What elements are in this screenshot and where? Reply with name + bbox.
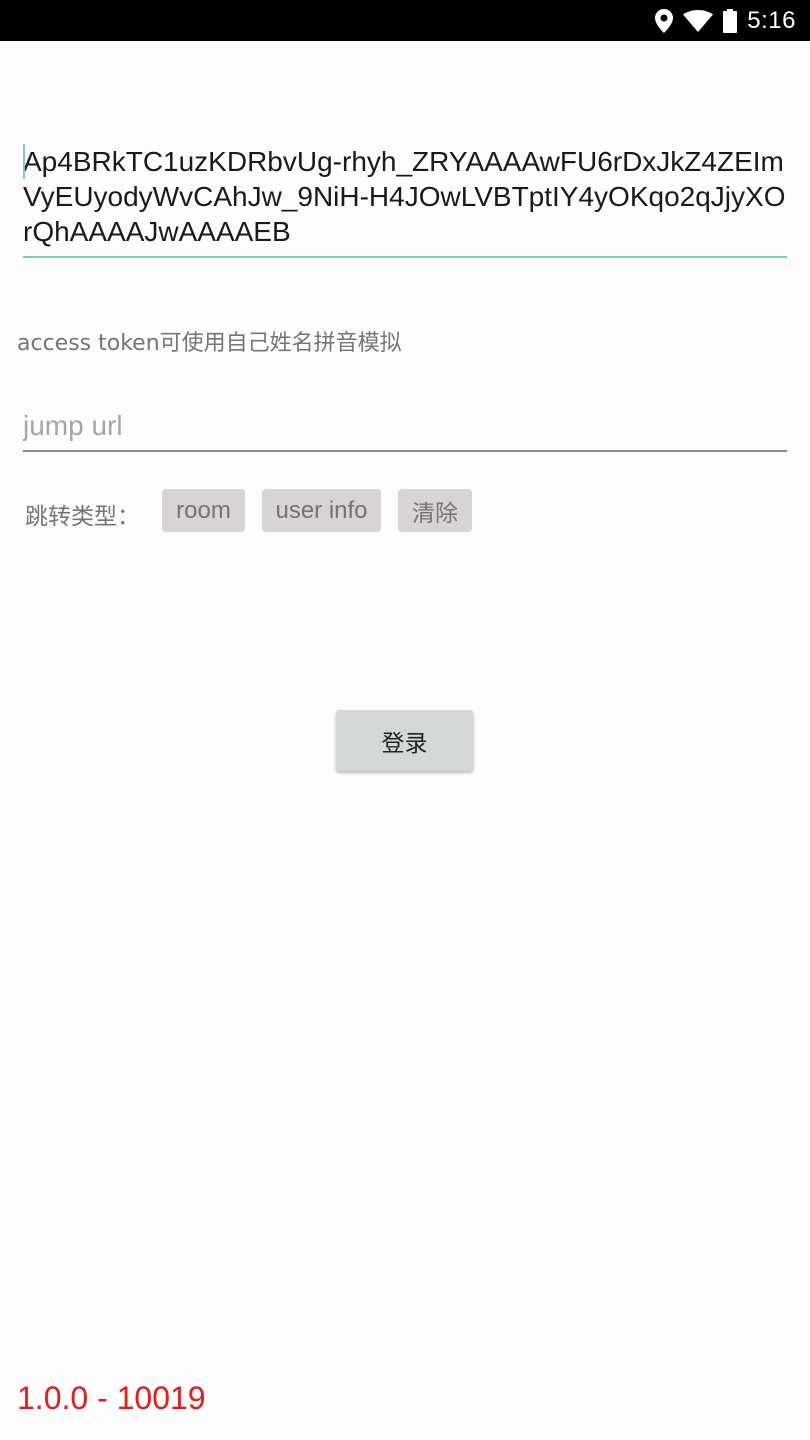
access-token-hint: access token可使用自己姓名拼音模拟 — [17, 331, 402, 356]
text-cursor — [23, 144, 25, 179]
jump-url-input[interactable] — [23, 404, 787, 448]
jump-type-label: 跳转类型： — [25, 504, 140, 530]
jump-type-user-info-button[interactable]: user info — [262, 489, 381, 532]
status-time: 5:16 — [747, 6, 796, 34]
wifi-icon — [683, 9, 714, 32]
jump-type-room-button[interactable]: room — [162, 489, 245, 532]
access-token-field[interactable]: Ap4BRkTC1uzKDRbvUg-rhyh_ZRYAAAAwFU6rDxJk… — [23, 144, 787, 258]
login-button[interactable]: 登录 — [336, 710, 473, 771]
clear-button[interactable]: 清除 — [398, 489, 472, 532]
status-bar: 5:16 — [0, 0, 810, 41]
access-token-value[interactable]: Ap4BRkTC1uzKDRbvUg-rhyh_ZRYAAAAwFU6rDxJk… — [23, 144, 787, 249]
location-icon — [655, 8, 674, 33]
version-label: 1.0.0 - 10019 — [17, 1380, 206, 1416]
jump-url-field[interactable] — [23, 404, 787, 452]
battery-icon — [723, 8, 738, 33]
